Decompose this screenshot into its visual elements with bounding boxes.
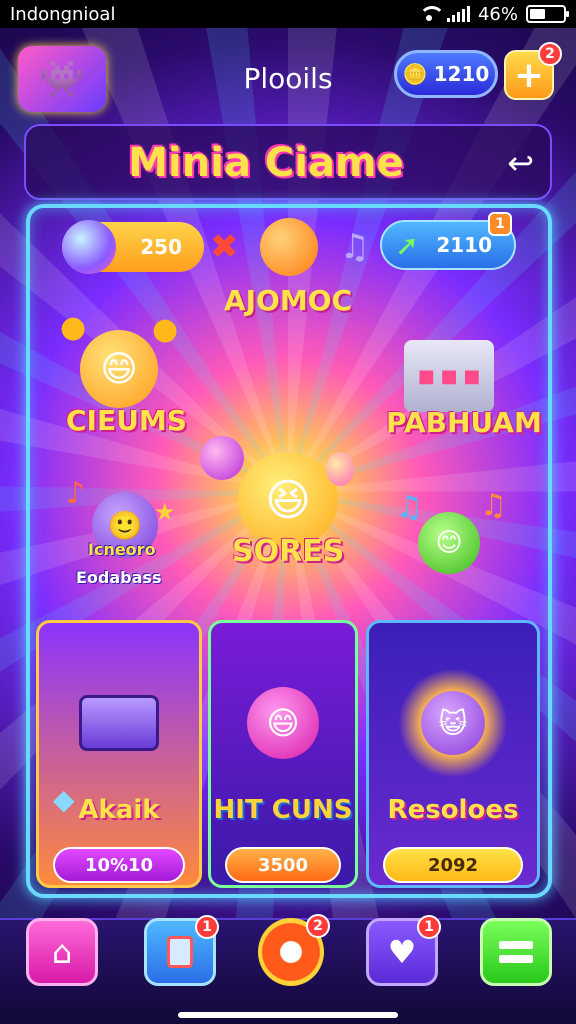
- music-note-icon: ♫: [339, 227, 370, 267]
- card-title: Resoloes: [387, 795, 519, 825]
- game-card[interactable]: 😄 HIT CUNS 3500: [208, 620, 358, 888]
- add-coins-button[interactable]: + 2: [504, 42, 562, 100]
- back-arrow-icon[interactable]: ↩: [507, 144, 534, 182]
- card-title: Akaik: [78, 795, 160, 825]
- glow-ring: 😺: [398, 668, 508, 778]
- notification-badge: 2: [306, 914, 330, 938]
- balloon-icon: [326, 452, 354, 486]
- center-decor: ✖ ♫: [210, 218, 370, 276]
- wifi-icon: [418, 6, 445, 22]
- orange-ball-icon: [260, 218, 318, 276]
- menu-icon: [499, 941, 533, 963]
- cross-icon: ✖: [210, 227, 239, 267]
- section-subtitle: AJOMOC: [223, 284, 353, 317]
- notification-badge: 1: [488, 212, 512, 236]
- game-card[interactable]: 😺 Resoloes 2092: [366, 620, 540, 888]
- coins-value: 1210: [433, 62, 490, 86]
- home-indicator[interactable]: [178, 1012, 398, 1018]
- game-title-banner: Minia Ciame ↩: [24, 124, 552, 200]
- green-mascot-icon[interactable]: 😊: [418, 512, 480, 574]
- mascot-label-center: SORES: [232, 534, 345, 569]
- gems-value: 250: [140, 235, 182, 259]
- card-art: 😄: [211, 663, 355, 783]
- nav-cards-button[interactable]: 1: [144, 915, 219, 986]
- card-value: 2092: [383, 847, 523, 883]
- music-note-icon: ♫: [396, 490, 423, 525]
- mascot-label-mid-2: Eodabass: [76, 568, 162, 587]
- cat-mascot-icon: 😺: [421, 691, 485, 755]
- card-art: 😺: [369, 663, 537, 783]
- green-arrow-icon: ➚: [395, 228, 419, 262]
- mascot-label-right: PABHUAM: [386, 406, 542, 439]
- game-title: Minia Ciame: [128, 140, 404, 186]
- star-icon: ★: [154, 498, 176, 526]
- radio-box-icon[interactable]: ■ ■ ■: [404, 340, 494, 412]
- notification-badge: 1: [195, 915, 219, 939]
- nav-play-button[interactable]: 2: [258, 914, 330, 986]
- music-note-icon: ♪: [66, 476, 86, 511]
- header: 👾 Plooils 🪙 1210 + 2: [0, 38, 576, 118]
- coins-balance[interactable]: 🪙 1210: [394, 50, 498, 98]
- chat-heart-icon: ♥: [387, 933, 417, 971]
- radio-icon: [79, 695, 159, 751]
- card-title: HIT CUNS: [213, 795, 353, 825]
- trophy-value: 2110: [436, 233, 492, 257]
- coin-stack-icon: 🪙: [402, 62, 428, 86]
- coin-icon: ●: [152, 312, 179, 347]
- cards-icon: [167, 936, 193, 968]
- music-note-icon: ♫: [480, 488, 507, 523]
- battery-percent: 46%: [477, 3, 518, 25]
- home-icon: ⌂: [51, 933, 73, 971]
- card-value: 3500: [225, 847, 341, 883]
- pink-mascot-icon: 😄: [247, 687, 319, 759]
- sun-mascot-icon[interactable]: 😄: [80, 330, 158, 408]
- nav-menu-button[interactable]: [480, 918, 552, 986]
- orb-icon: [62, 220, 116, 274]
- coin-icon: ●: [60, 310, 87, 345]
- mascot-label-mid-1: Icneoro: [88, 540, 156, 559]
- signal-icon: [446, 6, 470, 22]
- card-art: [39, 663, 199, 783]
- notification-badge: 2: [538, 42, 562, 66]
- mascot-label-left: CIEUMS: [66, 404, 187, 437]
- candy-icon: [200, 436, 244, 480]
- nav-chat-button[interactable]: ♥ 1: [366, 915, 441, 986]
- card-value: 10%10: [53, 847, 185, 883]
- battery-icon: [526, 5, 569, 23]
- notification-badge: 1: [417, 915, 441, 939]
- game-card[interactable]: ◆ Akaik 10%10: [36, 620, 202, 888]
- nav-home-button[interactable]: ⌂: [26, 918, 98, 986]
- carrier-name: Indongnioal: [10, 3, 116, 25]
- status-bar: Indongnioal 46%: [0, 0, 576, 28]
